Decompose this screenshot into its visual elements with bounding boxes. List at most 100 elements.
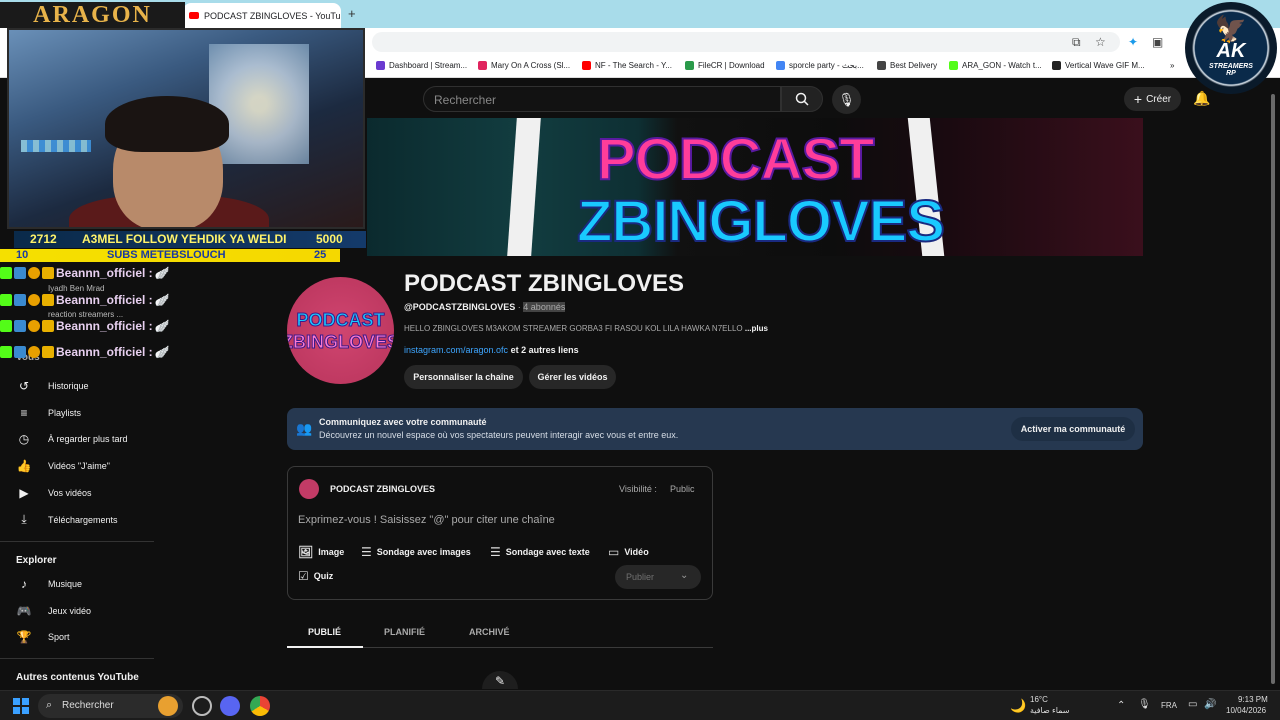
bookmark-item[interactable]: Dashboard | Stream...	[376, 61, 467, 70]
browser-tab-active[interactable]: PODCAST ZBINGLOVES - YouTu ✕	[183, 3, 341, 28]
scrollbar-thumb[interactable]	[1271, 94, 1275, 684]
taskbar-widget-icon[interactable]	[158, 696, 178, 716]
wings-emote-icon: 🪽	[154, 293, 170, 307]
channel-avatar[interactable]: PODCAST ZBINGLOVES	[287, 277, 394, 384]
post-text-input[interactable]: Exprimez-vous ! Saisissez "@" pour citer…	[298, 514, 555, 526]
sidebar-item-music[interactable]: ♪ Musique	[16, 577, 82, 591]
clock-date[interactable]: 10/04/2026	[1226, 706, 1266, 715]
discord-icon[interactable]	[220, 696, 240, 716]
chrome-icon[interactable]	[250, 696, 270, 716]
tool-label: Sondage avec images	[376, 547, 471, 557]
community-title: Communiquez avec votre communauté	[319, 417, 487, 427]
follow-goal-text: A3MEL FOLLOW YEHDIK YA WELDI	[82, 232, 287, 246]
sidebar-item-gaming[interactable]: 🎮 Jeux vidéo	[16, 604, 92, 618]
more-bookmarks-icon[interactable]: »	[1170, 61, 1174, 70]
bookmark-item[interactable]: Best Delivery	[877, 61, 937, 70]
voice-search-button[interactable]: 🎙	[832, 85, 861, 114]
sidebar-item-your-videos[interactable]: ▶ Vos vidéos	[16, 486, 91, 500]
tray-expand-icon[interactable]: ⌃	[1117, 700, 1125, 711]
image-poll-button[interactable]: ☰ Sondage avec images	[361, 545, 471, 559]
sidebar-item-liked[interactable]: 👍 Vidéos "J'aime"	[16, 459, 110, 473]
windows-start-icon[interactable]	[13, 698, 29, 714]
chat-message: Beannn_officiel : 🪽	[0, 262, 300, 284]
trophy-icon: 🏆	[16, 630, 32, 644]
language-indicator[interactable]: FRA	[1161, 701, 1177, 710]
crown-badge-icon	[42, 346, 54, 358]
follow-count: 2712	[30, 232, 57, 246]
banner-title-line2: ZBINGLOVES	[576, 188, 946, 255]
install-app-icon[interactable]: ⧉	[1072, 35, 1081, 50]
visibility-value[interactable]: Public	[670, 484, 695, 494]
new-tab-icon[interactable]: +	[348, 6, 356, 21]
activate-community-button[interactable]: Activer ma communauté	[1011, 417, 1135, 441]
avatar-text-line2: ZBINGLOVES	[287, 331, 394, 352]
bookmark-item[interactable]: sporcle party - بحث...	[776, 61, 864, 70]
manage-videos-button[interactable]: Gérer les vidéos	[529, 365, 616, 389]
quiz-tool-button[interactable]: ☑ Quiz	[298, 569, 333, 583]
scrollbar[interactable]	[1270, 86, 1276, 686]
channel-name: PODCAST ZBINGLOVES	[404, 270, 685, 297]
sidebar-item-label: Playlists	[48, 408, 82, 418]
image-icon: 🖼	[298, 545, 314, 559]
instagram-link[interactable]: instagram.com/aragon.ofc	[404, 345, 508, 355]
bookmark-item[interactable]: Vertical Wave GIF M...	[1052, 61, 1145, 70]
tab-archived[interactable]: ARCHIVÉ	[469, 627, 510, 637]
weather-moon-icon[interactable]: 🌙	[1010, 698, 1026, 714]
volume-icon[interactable]: 🔊	[1204, 699, 1216, 710]
bookmark-item[interactable]: NF - The Search - Y...	[582, 61, 672, 70]
video-tool-button[interactable]: ▭ Vidéo	[608, 545, 649, 559]
sidebar-divider	[0, 541, 154, 542]
sidebar-item-watch-later[interactable]: ◷ À regarder plus tard	[16, 432, 128, 446]
bookmark-item[interactable]: ARA_GON - Watch t...	[949, 61, 1042, 70]
plus-icon: +	[1133, 91, 1143, 107]
search-button[interactable]	[781, 86, 823, 112]
ak-logo-subtext: STREAMERS	[1209, 62, 1253, 70]
banner-title-line1: PODCAST	[596, 126, 876, 193]
video-play-icon: ▶	[19, 486, 29, 500]
sidebar-item-sport[interactable]: 🏆 Sport	[16, 630, 70, 644]
weather-desc[interactable]: سماء صافية	[1030, 706, 1070, 715]
tool-label: Quiz	[313, 571, 334, 581]
channel-description-row[interactable]: HELLO ZBINGLOVES M3AKOM STREAMER GORBA3 …	[404, 324, 768, 333]
sidebar-item-label: Vidéos "J'aime"	[48, 461, 110, 471]
checkbox-icon: ☑	[298, 569, 309, 583]
tray-mic-icon[interactable]: 🎙	[1138, 699, 1151, 710]
notifications-bell-icon[interactable]: 🔔	[1193, 90, 1210, 107]
sidebar-item-downloads[interactable]: ⤓ Téléchargements	[16, 512, 117, 527]
tab-scheduled[interactable]: PLANIFIÉ	[384, 627, 425, 637]
chevron-down-icon[interactable]: ⌄	[680, 570, 688, 581]
extension-icon[interactable]: ✦	[1128, 35, 1138, 49]
publish-button[interactable]: Publier ⌄	[615, 565, 701, 589]
image-tool-button[interactable]: 🖼 Image	[298, 545, 344, 559]
extension-2-icon[interactable]: ▣	[1152, 35, 1163, 49]
more-links[interactable]: et 2 autres liens	[508, 345, 579, 355]
weather-temp[interactable]: 16°C	[1030, 695, 1048, 704]
ak-logo-subtext2: RP	[1226, 69, 1236, 77]
subs-count: 10	[16, 249, 29, 261]
poster-image	[209, 44, 309, 164]
address-bar[interactable]	[372, 32, 1120, 52]
more-link[interactable]: ...plus	[745, 324, 768, 333]
taskbar-app-icon[interactable]	[192, 696, 212, 716]
create-label: Créer	[1146, 93, 1172, 105]
subs-goal-bar: 10 SUBS METEBSLOUCH 25	[0, 249, 340, 262]
tab-title: PODCAST ZBINGLOVES - YouTu	[204, 10, 341, 21]
create-button[interactable]: + Créer	[1124, 87, 1181, 111]
text-poll-button[interactable]: ☰ Sondage avec texte	[490, 545, 590, 559]
thumbs-up-icon: 👍	[16, 459, 32, 473]
sidebar-item-playlists[interactable]: ≡ Playlists	[16, 406, 81, 420]
customize-channel-button[interactable]: Personnaliser la chaîne	[404, 365, 523, 389]
post-composer: PODCAST ZBINGLOVES Visibilité : Public E…	[287, 466, 713, 600]
follow-goal-bar: 2712 A3MEL FOLLOW YEHDIK YA WELDI 5000	[14, 231, 366, 248]
bookmark-favicon-icon	[776, 61, 785, 70]
search-input[interactable]: Rechercher	[423, 86, 781, 112]
network-icon[interactable]: ▭	[1188, 699, 1197, 710]
bookmark-item[interactable]: Mary On A Cross (Sl...	[478, 61, 570, 70]
sidebar-item-label: À regarder plus tard	[48, 434, 128, 444]
bookmark-favicon-icon	[949, 61, 958, 70]
bookmark-star-icon[interactable]: ☆	[1095, 35, 1106, 49]
clock-time[interactable]: 9:13 PM	[1238, 695, 1268, 704]
bookmark-item[interactable]: FileCR | Download	[685, 61, 765, 70]
tab-published[interactable]: PUBLIÉ	[308, 627, 341, 637]
sidebar-item-history[interactable]: ↺ Historique	[16, 379, 89, 393]
